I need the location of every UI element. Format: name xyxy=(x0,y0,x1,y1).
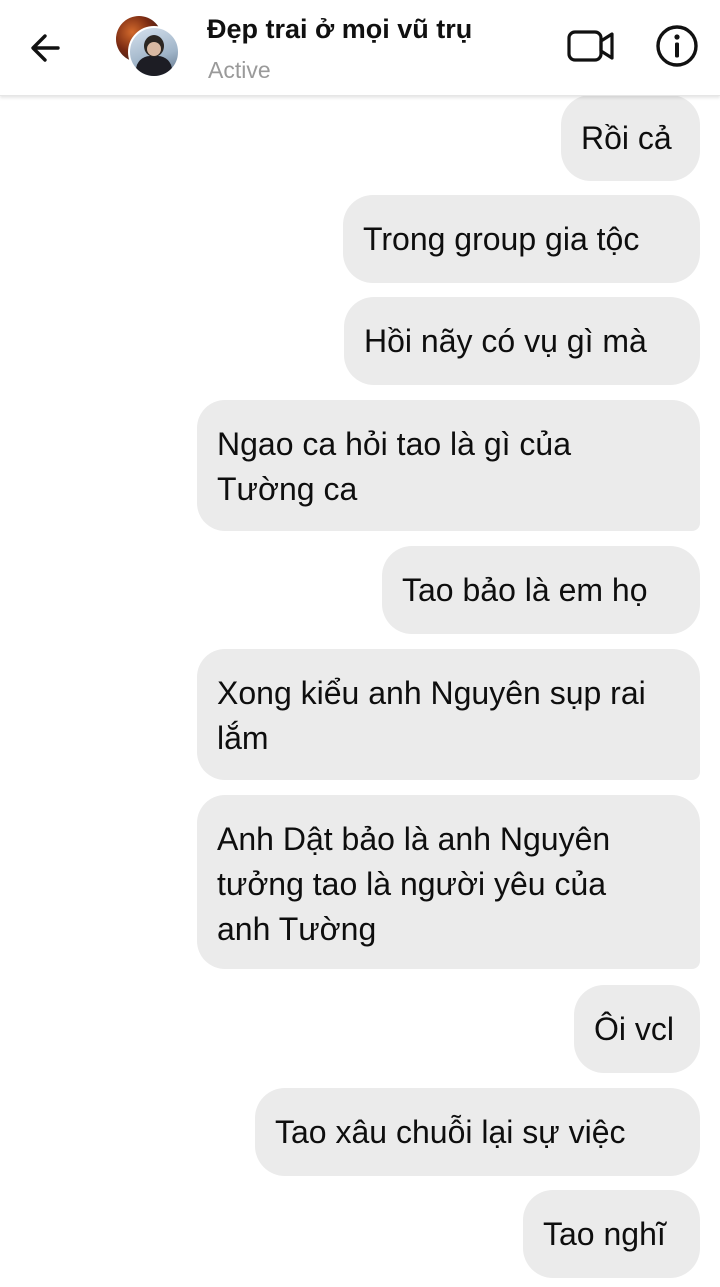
video-call-button[interactable] xyxy=(566,26,616,66)
message-bubble[interactable]: Ôi vcl xyxy=(574,985,700,1073)
message-text: Anh Dật bảo là anh Nguyên tưởng tao là n… xyxy=(217,821,611,947)
message-bubble[interactable]: Rồi cả xyxy=(561,95,700,181)
message-bubble[interactable]: Anh Dật bảo là anh Nguyên tưởng tao là n… xyxy=(197,795,700,969)
message-bubble[interactable]: Ngao ca hỏi tao là gì của Tường ca xyxy=(197,400,700,531)
avatar xyxy=(128,26,180,78)
message-text: Tao nghĩ xyxy=(543,1215,666,1252)
contact-name[interactable]: Đẹp trai ở mọi vũ trụ xyxy=(207,14,472,45)
chat-header: Đẹp trai ở mọi vũ trụ Active xyxy=(0,0,720,96)
message-text: Xong kiểu anh Nguyên sụp rai lắm xyxy=(217,675,646,756)
message-bubble[interactable]: Tao nghĩ xyxy=(523,1190,700,1278)
message-text: Trong group gia tộc xyxy=(363,220,640,257)
back-button[interactable] xyxy=(26,30,66,66)
arrow-left-icon xyxy=(31,34,60,62)
contact-avatar[interactable] xyxy=(116,16,180,78)
message-text: Rồi cả xyxy=(581,119,672,156)
message-bubble[interactable]: Hồi nãy có vụ gì mà xyxy=(344,297,700,385)
message-text: Tao bảo là em họ xyxy=(402,571,648,608)
info-button[interactable] xyxy=(654,23,700,69)
message-text: Tao xâu chuỗi lại sự việc xyxy=(275,1113,626,1150)
message-text: Hồi nãy có vụ gì mà xyxy=(364,322,647,359)
message-list: Rồi cả Trong group gia tộc Hồi nãy có vụ… xyxy=(0,0,720,1287)
info-circle-icon xyxy=(656,25,698,67)
message-bubble[interactable]: Xong kiểu anh Nguyên sụp rai lắm xyxy=(197,649,700,780)
message-text: Ngao ca hỏi tao là gì của Tường ca xyxy=(217,426,572,507)
message-bubble[interactable]: Tao xâu chuỗi lại sự việc xyxy=(255,1088,700,1176)
message-bubble[interactable]: Trong group gia tộc xyxy=(343,195,700,283)
contact-status: Active xyxy=(208,57,271,83)
message-bubble[interactable]: Tao bảo là em họ xyxy=(382,546,700,634)
video-camera-icon xyxy=(567,30,614,62)
message-text: Ôi vcl xyxy=(594,1010,674,1047)
